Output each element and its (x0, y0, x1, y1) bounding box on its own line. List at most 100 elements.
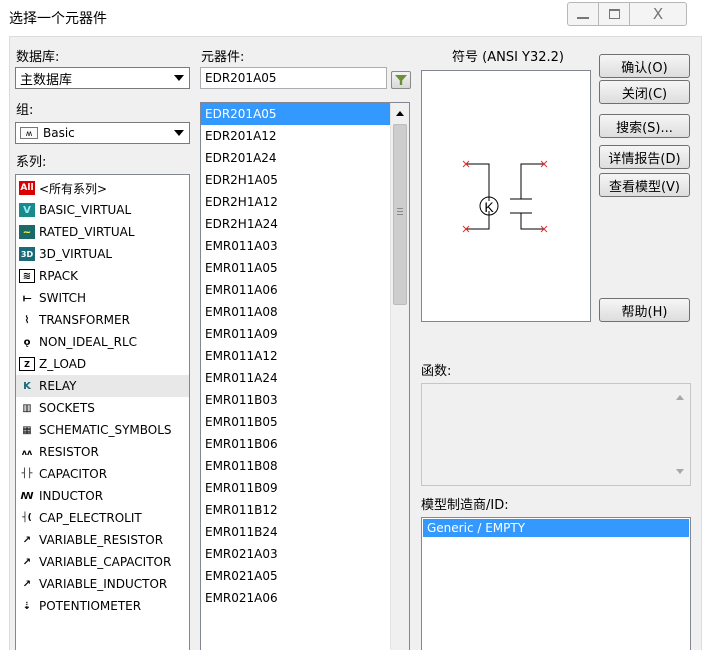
series-item-label: <所有系列> (39, 181, 108, 196)
component-item[interactable]: EMR011A24 (201, 367, 390, 389)
component-item[interactable]: EMR011A03 (201, 235, 390, 257)
series-item[interactable]: ┤├ CAPACITOR (16, 463, 189, 485)
manufacturer-list[interactable]: Generic / EMPTY (421, 517, 691, 650)
coil-top-lead (466, 163, 490, 201)
relay-symbol-svg: K (462, 160, 548, 233)
series-item-label: POTENTIOMETER (39, 599, 142, 613)
sockets-icon: ▥ (22, 402, 32, 414)
components-label: 元器件: (201, 50, 245, 65)
database-select[interactable]: 主数据库 (15, 67, 190, 89)
transformer-icon: ⌇ (24, 314, 30, 326)
database-label: 数据库: (16, 50, 60, 65)
scrollbar-thumb[interactable] (393, 124, 407, 305)
scroll-down-icon (676, 469, 684, 474)
series-item[interactable]: ⟝ SWITCH (16, 287, 189, 309)
component-item[interactable]: EMR021A03 (201, 543, 390, 565)
component-rows: EDR201A05 EDR201A12 EDR201A24 EDR2H1A05 EDR2… (201, 103, 390, 609)
minimize-icon (577, 17, 589, 19)
component-list-scrollbar[interactable] (390, 103, 409, 650)
component-item[interactable]: EMR011B05 (201, 411, 390, 433)
series-item[interactable]: V BASIC_VIRTUAL (16, 199, 189, 221)
all-series-icon: All (19, 181, 35, 195)
series-item[interactable]: All <所有系列> (16, 177, 189, 199)
basic-group-icon: ʍ (20, 127, 38, 139)
symbol-preview: K (421, 70, 591, 322)
close-button[interactable]: 关闭(C) (599, 80, 690, 104)
series-item[interactable]: ↗ VARIABLE_CAPACITOR (16, 551, 189, 573)
series-item[interactable]: ▥ SOCKETS (16, 397, 189, 419)
series-item-label: SOCKETS (39, 401, 95, 415)
series-item[interactable]: ≋ RPACK (16, 265, 189, 287)
series-item[interactable]: 3D 3D_VIRTUAL (16, 243, 189, 265)
series-item[interactable]: ꟿ INDUCTOR (16, 485, 189, 507)
series-item[interactable]: K RELAY (16, 375, 189, 397)
chevron-down-icon (174, 130, 184, 136)
component-item[interactable]: EMR011A05 (201, 257, 390, 279)
function-textbox[interactable] (421, 383, 691, 486)
manufacturer-label: 模型制造商/ID: (421, 498, 509, 513)
series-list[interactable]: All <所有系列> V BASIC_VIRTUAL ~ RATED_VIRTUAL 3D 3… (15, 174, 190, 650)
title-bar: 选择一个元器件 X (0, 0, 711, 32)
view-model-button[interactable]: 查看模型(V) (599, 173, 690, 197)
series-item-label: NON_IDEAL_RLC (39, 335, 138, 349)
component-item[interactable]: EMR011B24 (201, 521, 390, 543)
function-label: 函数: (421, 364, 452, 379)
component-search-input[interactable]: EDR201A05 (200, 67, 387, 89)
component-item[interactable]: EDR2H1A12 (201, 191, 390, 213)
coil-letter: K (484, 199, 494, 215)
series-item[interactable]: ⇣ POTENTIOMETER (16, 595, 189, 617)
series-item-label: SWITCH (39, 291, 87, 305)
series-item-label: Z_LOAD (39, 357, 87, 371)
window-title: 选择一个元器件 (9, 11, 107, 27)
help-button[interactable]: 帮助(H) (599, 298, 690, 322)
component-item[interactable]: EDR2H1A05 (201, 169, 390, 191)
series-item[interactable]: ▦ SCHEMATIC_SYMBOLS (16, 419, 189, 441)
basic-virtual-icon: V (19, 203, 35, 217)
ok-button[interactable]: 确认(O) (599, 54, 690, 78)
minimize-button[interactable] (567, 2, 599, 26)
component-item[interactable]: EDR2H1A24 (201, 213, 390, 235)
scroll-up-icon[interactable] (396, 111, 404, 116)
series-item-label: INDUCTOR (39, 489, 104, 503)
component-item[interactable]: EDR201A24 (201, 147, 390, 169)
component-item[interactable]: EMR011B08 (201, 455, 390, 477)
component-item[interactable]: EMR011A06 (201, 279, 390, 301)
detail-report-button[interactable]: 详情报告(D) (599, 145, 690, 169)
filter-button[interactable] (391, 71, 411, 89)
component-item[interactable]: EMR011B03 (201, 389, 390, 411)
group-select[interactable]: ʍ Basic (15, 122, 190, 144)
close-icon: X (652, 5, 664, 23)
component-item[interactable]: EMR011B12 (201, 499, 390, 521)
filter-icon (395, 75, 407, 85)
component-item[interactable]: EMR011A09 (201, 323, 390, 345)
series-item-label: RPACK (39, 269, 79, 283)
series-item[interactable]: ⌇ TRANSFORMER (16, 309, 189, 331)
series-item[interactable]: ǫ NON_IDEAL_RLC (16, 331, 189, 353)
component-item[interactable]: EMR021A06 (201, 587, 390, 609)
variable-inductor-icon: ↗ (22, 578, 32, 590)
maximize-button[interactable] (598, 2, 630, 26)
component-item[interactable]: EMR011A08 (201, 301, 390, 323)
schematic-symbols-icon: ▦ (22, 424, 32, 436)
component-item[interactable]: EMR021A05 (201, 565, 390, 587)
capacitor-icon: ┤├ (21, 469, 33, 479)
series-item-label: SCHEMATIC_SYMBOLS (39, 423, 172, 437)
series-item[interactable]: ┤(CAP_ELECTROLIT (16, 507, 189, 529)
component-item[interactable]: EMR011B09 (201, 477, 390, 499)
component-list[interactable]: EDR201A05 EDR201A12 EDR201A24 EDR2H1A05 EDR2… (200, 102, 410, 650)
search-button[interactable]: 搜索(S)... (599, 114, 690, 138)
series-item[interactable]: ~ RATED_VIRTUAL (16, 221, 189, 243)
series-item-label: VARIABLE_RESISTOR (39, 533, 164, 547)
component-item[interactable]: EDR201A05 (201, 103, 390, 125)
close-window-button[interactable]: X (629, 2, 687, 26)
series-item[interactable]: ↗ VARIABLE_INDUCTOR (16, 573, 189, 595)
contact-bottom-lead (520, 213, 544, 230)
series-item[interactable]: ↗ VARIABLE_RESISTOR (16, 529, 189, 551)
series-item[interactable]: ʌʌ RESISTOR (16, 441, 189, 463)
component-item[interactable]: EDR201A12 (201, 125, 390, 147)
database-selected-value: 主数据库 (20, 72, 73, 88)
manufacturer-item[interactable]: Generic / EMPTY (423, 519, 689, 537)
component-item[interactable]: EMR011B06 (201, 433, 390, 455)
component-item[interactable]: EMR011A12 (201, 345, 390, 367)
series-item[interactable]: Z Z_LOAD (16, 353, 189, 375)
